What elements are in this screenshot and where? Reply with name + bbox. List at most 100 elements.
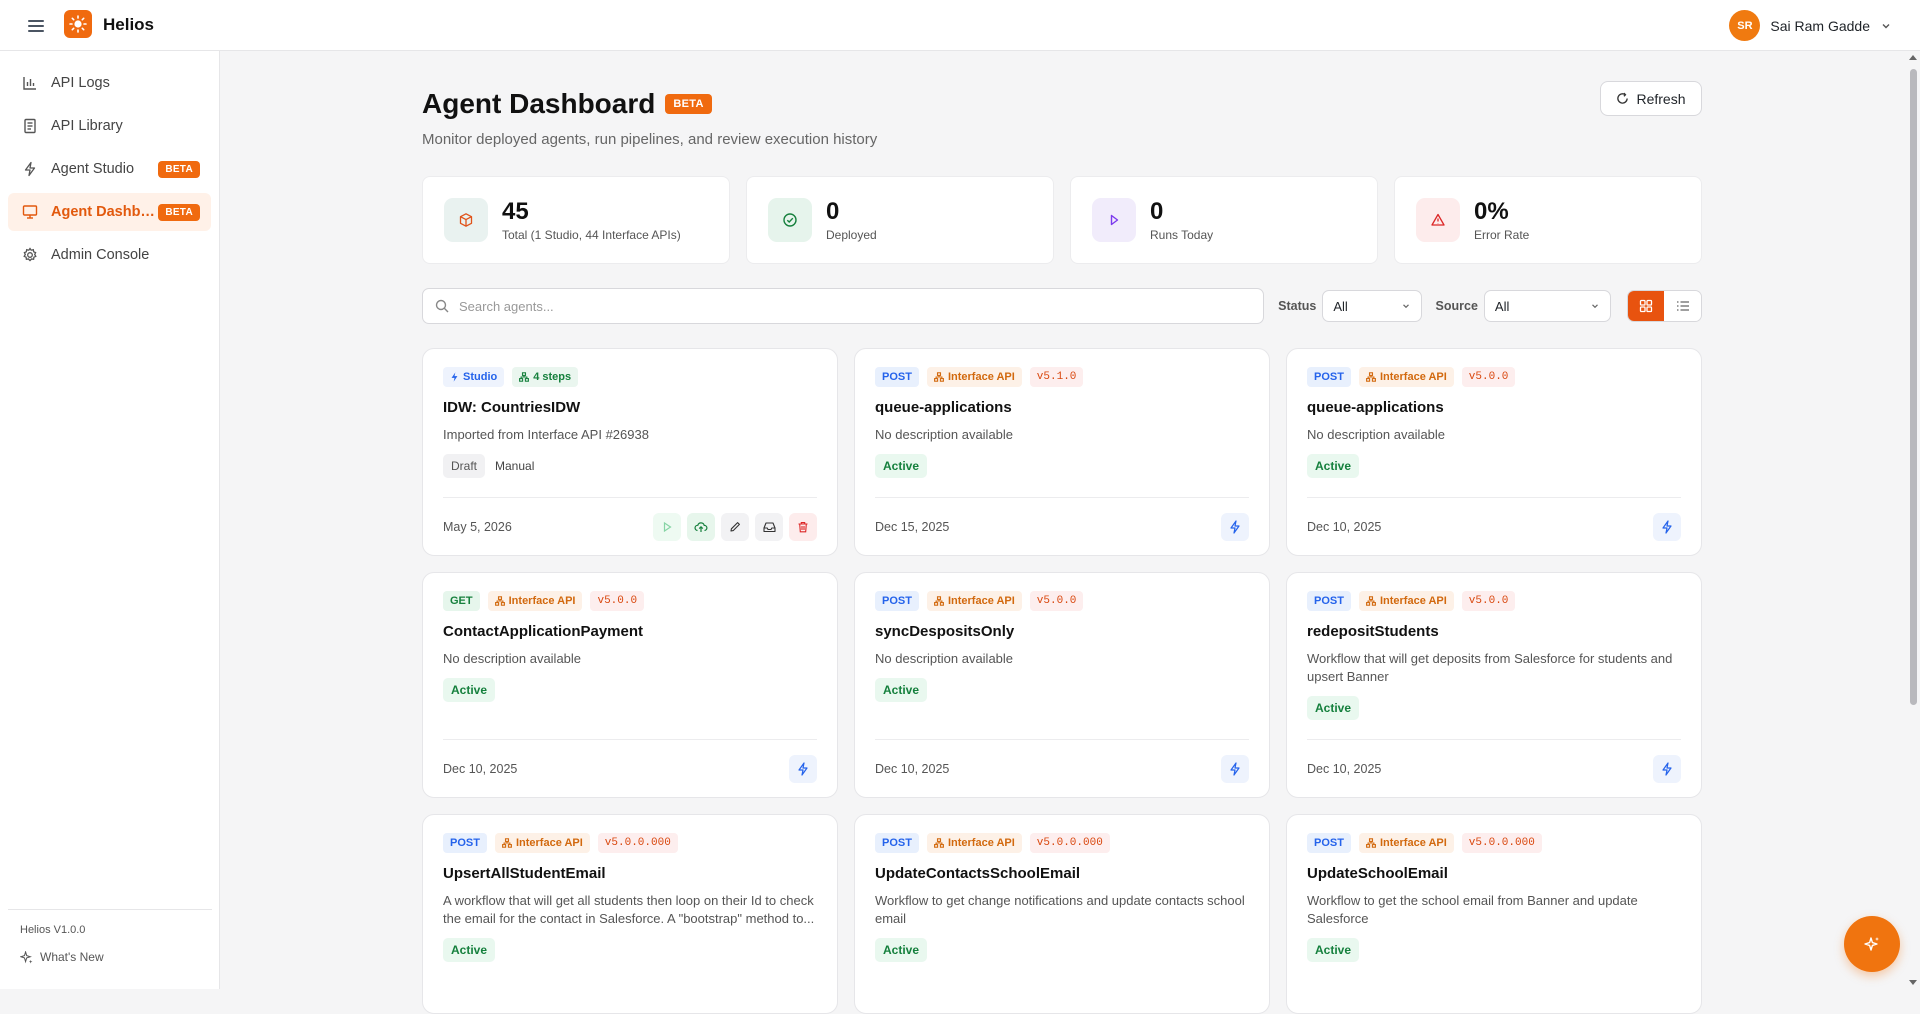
monitor-icon [21,203,39,221]
status-select[interactable]: All [1322,290,1422,322]
trigger-button[interactable] [789,754,817,783]
agent-description: Imported from Interface API #26938 [443,427,649,442]
search-input[interactable] [459,298,1259,314]
scroll-thumb[interactable] [1910,69,1917,705]
page-subtitle: Monitor deployed agents, run pipelines, … [422,131,878,148]
scroll-up-arrow-icon[interactable] [1909,55,1917,60]
status-badge: Active [875,938,928,962]
agent-description: No description available [443,651,582,666]
source-tag: Interface API [487,591,583,611]
whats-new-link[interactable]: What's New [20,950,212,964]
delete-button[interactable] [789,512,817,541]
top-bar: Helios SR Sai Ram Gadde [0,0,1920,51]
chevron-down-icon [1402,304,1409,309]
source-tag: Interface API [926,833,1022,853]
method-badge: GET [443,591,480,611]
sidebar-footer: Helios V1.0.0 What's New [8,909,212,989]
menu-icon[interactable] [26,17,46,33]
sidebar-item-agent-studio[interactable]: Agent Studio BETA [8,150,211,188]
workflow-icon [1366,596,1376,606]
source-select[interactable]: All [1483,290,1611,322]
scroll-down-arrow-icon[interactable] [1909,980,1917,985]
warning-icon [1416,198,1460,242]
agent-card[interactable]: POST Interface API v5.0.0 syncDespositsO… [854,572,1270,798]
grid-view-button[interactable] [1627,291,1665,321]
list-view-button[interactable] [1664,291,1701,321]
agent-card[interactable]: POST Interface API v5.0.0 queue-applicat… [1286,348,1702,556]
trigger-button[interactable] [1653,512,1681,541]
filter-bar: Status All Source All [422,288,1702,324]
sidebar-item-agent-dashboard[interactable]: Agent Dashboard BETA [8,193,211,231]
workflow-icon [934,596,944,606]
beta-badge: BETA [158,160,200,178]
stat-card-total: 45 Total (1 Studio, 44 Interface APIs) [422,176,730,264]
sidebar-item-api-logs[interactable]: API Logs [8,64,211,102]
user-menu[interactable]: SR Sai Ram Gadde [1729,10,1892,41]
user-name: Sai Ram Gadde [1770,17,1870,34]
stat-label: Error Rate [1474,227,1530,242]
status-filter-label: Status [1278,299,1317,313]
trash-icon [798,521,808,532]
bar-chart-icon [21,74,39,92]
version-badge: v5.0.0 [1461,367,1516,387]
method-badge: POST [875,367,919,387]
whats-new-label: What's New [40,950,104,964]
workflow-icon [519,372,530,382]
version-badge: v5.0.0.000 [597,833,678,853]
agent-description: Workflow to get the school email from Ba… [1307,893,1638,926]
agent-title: UpsertAllStudentEmail [443,865,606,882]
source-tag: Interface API [926,367,1022,387]
trigger-button[interactable] [1221,512,1249,541]
agent-card[interactable]: POST Interface API v5.0.0.000 UpdateCont… [854,814,1270,1014]
method-badge: POST [1307,833,1351,853]
trigger-button[interactable] [1221,754,1249,783]
refresh-button[interactable]: Refresh [1600,81,1702,116]
chevron-down-icon [1882,23,1890,28]
bolt-icon [1662,761,1672,776]
agent-description: Workflow that will get deposits from Sal… [1307,651,1673,684]
agent-card[interactable]: POST Interface API v5.0.0.000 UpsertAllS… [422,814,838,1014]
agent-title: UpdateSchoolEmail [1307,865,1448,882]
agent-card[interactable]: Studio 4 steps IDW: CountriesIDW Importe… [422,348,838,556]
chevron-down-icon [1591,304,1598,309]
version-badge: v5.0.0 [1461,591,1516,611]
edit-button[interactable] [721,512,749,541]
archive-button[interactable] [755,512,783,541]
page-scrollbar[interactable] [1906,51,1920,989]
stat-label: Total (1 Studio, 44 Interface APIs) [502,227,681,242]
cube-icon [444,198,488,242]
trigger-button[interactable] [1653,754,1681,783]
sidebar-item-admin-console[interactable]: Admin Console [8,236,211,274]
grid-icon [1639,299,1653,313]
source-tag: Interface API [1358,833,1454,853]
agent-description: No description available [875,427,1014,442]
app-version: Helios V1.0.0 [20,924,86,936]
stat-card-runs-today: 0 Runs Today [1070,176,1378,264]
ai-assistant-button[interactable] [1844,916,1900,972]
trigger-label: Manual [495,459,535,473]
run-button[interactable] [653,512,681,541]
source-tag: Interface API [494,833,590,853]
agent-date: Dec 10, 2025 [1307,519,1382,534]
deploy-button[interactable] [687,512,715,541]
version-badge: v5.0.0.000 [1029,833,1110,853]
agent-card[interactable]: POST Interface API v5.1.0 queue-applicat… [854,348,1270,556]
stat-label: Deployed [826,227,877,242]
sidebar-item-api-library[interactable]: API Library [8,107,211,145]
stat-value: 45 [502,197,529,225]
list-icon [1676,301,1689,311]
bolt-icon [1230,519,1240,534]
agent-card[interactable]: GET Interface API v5.0.0 ContactApplicat… [422,572,838,798]
steps-tag: 4 steps [512,367,579,387]
search-icon [435,299,449,313]
sidebar-item-label: Agent Studio [51,161,135,177]
status-badge: Draft [443,454,486,478]
stat-card-error-rate: 0% Error Rate [1394,176,1702,264]
agent-card[interactable]: POST Interface API v5.0.0.000 UpdateScho… [1286,814,1702,1014]
agent-date: Dec 15, 2025 [875,519,950,534]
workflow-icon [934,838,944,848]
agent-date: Dec 10, 2025 [875,761,950,776]
inbox-icon [762,521,776,532]
refresh-icon [1617,92,1629,104]
agent-card[interactable]: POST Interface API v5.0.0 redepositStude… [1286,572,1702,798]
